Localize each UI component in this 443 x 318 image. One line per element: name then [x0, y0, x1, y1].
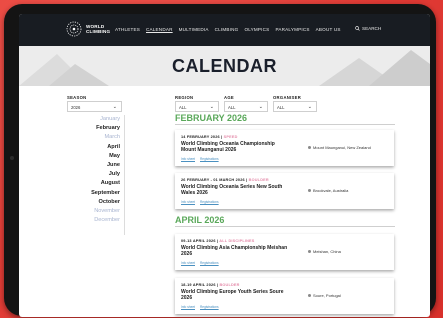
region-value: ALL	[179, 104, 187, 110]
top-nav: WORLD CLIMBING ATHLETES CALENDAR MULTIME…	[19, 14, 430, 46]
event-title[interactable]: World Climbing Oceania Championship Moun…	[181, 141, 291, 153]
search-icon	[355, 26, 360, 31]
region-label: REGION	[175, 95, 194, 100]
event-location: Soure, Portugal	[308, 293, 341, 298]
month-july[interactable]: July	[67, 170, 120, 179]
month-april[interactable]: April	[67, 143, 120, 152]
camera-dot	[10, 156, 14, 160]
month-january[interactable]: January	[67, 115, 120, 124]
logo-mark-icon	[65, 20, 83, 38]
event-date: 18-19 APRIL 2026 | BOULDER	[181, 283, 240, 287]
nav-link-athletes[interactable]: ATHLETES	[115, 27, 140, 32]
location-pin-icon	[308, 294, 311, 297]
section-title-april: APRIL 2026	[175, 215, 225, 225]
event-location: Mount Maunganui, New Zealand	[308, 145, 371, 150]
event-card[interactable]: 14 FEBRUARY 2026 | SPEED World Climbing …	[175, 130, 394, 166]
event-card[interactable]: 09-13 APRIL 2026 | ALL DISCIPLINES World…	[175, 234, 394, 270]
event-location-text: Brookvale, Australia	[313, 188, 349, 193]
chevron-down-icon: ⌄	[112, 104, 117, 110]
event-links: Info sheet Registrations	[181, 305, 219, 309]
event-title[interactable]: World Climbing Asia Championship Meishan…	[181, 245, 291, 257]
event-location-text: Soure, Portugal	[313, 293, 341, 298]
section-title-february: FEBRUARY 2026	[175, 113, 248, 123]
month-may[interactable]: May	[67, 152, 120, 161]
month-november[interactable]: November	[67, 207, 120, 216]
organiser-label: ORGANISER	[273, 95, 302, 100]
event-location: Meishan, China	[308, 249, 341, 254]
chevron-down-icon: ⌄	[307, 104, 312, 110]
browser-screen: WORLD CLIMBING ATHLETES CALENDAR MULTIME…	[19, 14, 430, 317]
nav-link-multimedia[interactable]: MULTIMEDIA	[179, 27, 209, 32]
event-title[interactable]: World Climbing Oceania Series New South …	[181, 184, 291, 196]
section-divider	[175, 226, 395, 227]
nav-link-paralympics[interactable]: PARALYMPICS	[275, 27, 309, 32]
nav-links: ATHLETES CALENDAR MULTIMEDIA CLIMBING OL…	[115, 27, 341, 32]
month-list: January February March April May June Ju…	[67, 115, 120, 225]
season-label: SEASON	[67, 95, 87, 100]
month-october[interactable]: October	[67, 198, 120, 207]
location-pin-icon	[308, 189, 311, 192]
season-value: 2026	[71, 104, 81, 110]
month-august[interactable]: August	[67, 179, 120, 188]
registrations-link[interactable]: Registrations	[200, 200, 219, 204]
search-label: SEARCH	[362, 26, 382, 31]
event-date: 14 FEBRUARY 2026 | SPEED	[181, 135, 238, 139]
month-december[interactable]: December	[67, 216, 120, 225]
month-march[interactable]: March	[67, 133, 120, 142]
page-title: CALENDAR	[172, 56, 277, 76]
nav-link-about-us[interactable]: ABOUT US	[316, 27, 341, 32]
organiser-value: ALL	[277, 104, 285, 110]
location-pin-icon	[308, 146, 311, 149]
event-title[interactable]: World Climbing Europe Youth Series Soure…	[181, 289, 291, 301]
tablet-frame: WORLD CLIMBING ATHLETES CALENDAR MULTIME…	[4, 4, 436, 317]
event-date: 26 FEBRUARY - 01 MARCH 2026 | BOULDER	[181, 178, 269, 182]
event-discipline: BOULDER	[248, 178, 269, 182]
sidebar-divider	[124, 115, 125, 235]
nav-link-climbing[interactable]: CLIMBING	[215, 27, 239, 32]
event-discipline: ALL DISCIPLINES	[219, 239, 255, 243]
logo[interactable]: WORLD CLIMBING	[65, 20, 110, 38]
info-sheet-link[interactable]: Info sheet	[181, 157, 195, 161]
nav-link-calendar[interactable]: CALENDAR	[146, 27, 173, 32]
registrations-link[interactable]: Registrations	[200, 157, 219, 161]
event-discipline: SPEED	[223, 135, 238, 139]
event-date-text: 14 FEBRUARY 2026	[181, 135, 220, 139]
info-sheet-link[interactable]: Info sheet	[181, 200, 195, 204]
event-links: Info sheet Registrations	[181, 157, 219, 161]
chevron-down-icon: ⌄	[258, 104, 263, 110]
chevron-down-icon: ⌄	[209, 104, 214, 110]
event-links: Info sheet Registrations	[181, 261, 219, 265]
month-june[interactable]: June	[67, 161, 120, 170]
event-discipline: BOULDER	[219, 283, 240, 287]
organiser-select[interactable]: ALL ⌄	[273, 101, 317, 112]
event-location-text: Mount Maunganui, New Zealand	[313, 145, 371, 150]
logo-line-2: CLIMBING	[86, 29, 111, 34]
nav-link-olympics[interactable]: OLYMPICS	[244, 27, 269, 32]
age-select[interactable]: ALL ⌄	[224, 101, 268, 112]
region-select[interactable]: ALL ⌄	[175, 101, 219, 112]
registrations-link[interactable]: Registrations	[200, 305, 219, 309]
season-select[interactable]: 2026 ⌄	[67, 101, 122, 112]
age-label: AGE	[224, 95, 234, 100]
month-february[interactable]: February	[67, 124, 120, 133]
info-sheet-link[interactable]: Info sheet	[181, 261, 195, 265]
registrations-link[interactable]: Registrations	[200, 261, 219, 265]
logo-text: WORLD CLIMBING	[86, 24, 110, 34]
month-september[interactable]: September	[67, 189, 120, 198]
info-sheet-link[interactable]: Info sheet	[181, 305, 195, 309]
event-date-text: 09-13 APRIL 2026	[181, 239, 216, 243]
event-card[interactable]: 18-19 APRIL 2026 | BOULDER World Climbin…	[175, 278, 394, 314]
event-date-text: 18-19 APRIL 2026	[181, 283, 216, 287]
event-date: 09-13 APRIL 2026 | ALL DISCIPLINES	[181, 239, 255, 243]
event-links: Info sheet Registrations	[181, 200, 219, 204]
event-location-text: Meishan, China	[313, 249, 341, 254]
age-value: ALL	[228, 104, 236, 110]
location-pin-icon	[308, 250, 311, 253]
event-date-text: 26 FEBRUARY - 01 MARCH 2026	[181, 178, 245, 182]
event-location: Brookvale, Australia	[308, 188, 348, 193]
event-card[interactable]: 26 FEBRUARY - 01 MARCH 2026 | BOULDER Wo…	[175, 173, 394, 209]
search-button[interactable]: SEARCH	[355, 26, 381, 31]
section-divider	[175, 124, 395, 125]
